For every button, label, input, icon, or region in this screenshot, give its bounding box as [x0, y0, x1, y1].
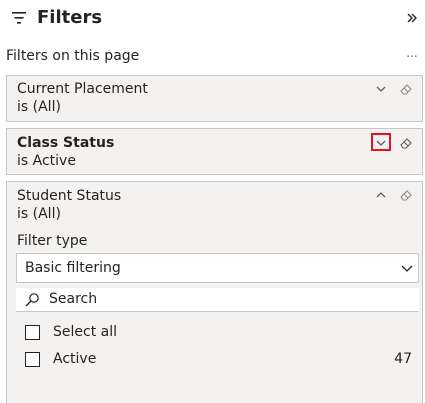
filter-card-class-status[interactable]: Class Status is Active [6, 128, 423, 175]
filter-card-summary: is (All) [17, 99, 61, 115]
collapse-pane-icon[interactable] [405, 10, 419, 26]
filter-card-name: Class Status [17, 135, 115, 151]
clear-filter-icon[interactable] [399, 82, 413, 96]
filter-card-name: Student Status [17, 188, 122, 204]
filter-card-summary: is (All) [17, 206, 61, 222]
search-input[interactable]: Search [16, 288, 419, 312]
search-placeholder: Search [49, 291, 98, 307]
search-icon [25, 293, 39, 307]
list-item-select-all[interactable]: Select all [25, 323, 412, 343]
list-item-active[interactable]: Active 47 [25, 350, 412, 370]
clear-filter-icon[interactable] [399, 188, 413, 202]
chevron-down-icon [401, 265, 413, 272]
pane-title: Filters [37, 7, 103, 28]
filter-type-value: Basic filtering [25, 260, 121, 276]
filter-icon [12, 12, 26, 24]
filter-card-summary: is Active [17, 153, 76, 169]
checkbox[interactable] [25, 325, 40, 340]
list-item-count: 47 [394, 351, 412, 367]
checkbox[interactable] [25, 352, 40, 367]
more-options-button[interactable]: ... [404, 47, 420, 63]
chevron-down-icon[interactable] [374, 82, 388, 96]
chevron-up-icon[interactable] [374, 188, 388, 202]
filter-type-label: Filter type [17, 233, 88, 249]
filter-card-name: Current Placement [17, 81, 148, 97]
filter-card-current-placement[interactable]: Current Placement is (All) [6, 75, 423, 122]
filter-type-dropdown[interactable]: Basic filtering [16, 253, 419, 283]
section-label: Filters on this page [6, 48, 140, 64]
list-item-label: Active [53, 351, 97, 367]
clear-filter-icon[interactable] [399, 136, 413, 150]
filter-card-student-status[interactable]: Student Status is (All) Filter type Basi… [6, 181, 423, 403]
list-item-label: Select all [53, 324, 117, 340]
chevron-down-icon[interactable] [374, 136, 388, 150]
filters-pane-header: Filters [0, 0, 425, 40]
